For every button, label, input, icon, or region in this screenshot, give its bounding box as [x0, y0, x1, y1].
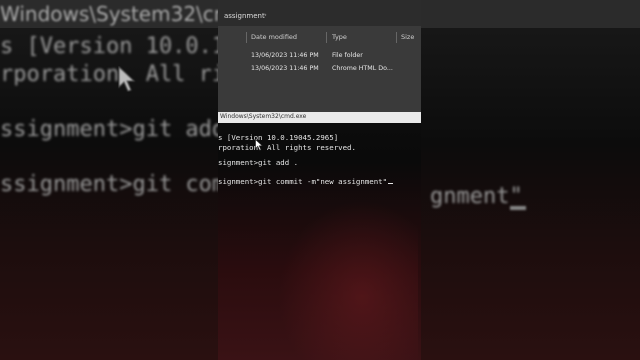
terminal-command-text: signment>git commit -m"new assignment": [218, 177, 388, 186]
blurred-git-commit-line: ssignment>git comm: [0, 172, 239, 197]
blurred-copyright-line: rporation. All ri: [0, 62, 226, 87]
monitor-photo: assignment › Date modified Type Size 13/…: [218, 0, 421, 360]
blurred-mouse-pointer-icon: [118, 66, 136, 92]
explorer-column-headers: Date modified Type Size: [218, 30, 421, 44]
explorer-breadcrumb[interactable]: assignment: [224, 12, 265, 20]
row-date: 13/06/2023 11:46 PM: [251, 65, 319, 72]
terminal-copyright-line: rporation. All rights reserved.: [218, 143, 356, 152]
row-date: 13/06/2023 11:46 PM: [251, 52, 319, 59]
column-date-modified[interactable]: Date modified: [251, 33, 297, 41]
mouse-pointer-icon: [255, 139, 263, 151]
blurred-git-add-line: ssignment>git add: [0, 117, 226, 142]
cmd-titlebar[interactable]: Windows\System32\cmd.exe: [218, 112, 421, 123]
cmd-terminal[interactable]: s [Version 10.0.19045.2965] rporation. A…: [218, 123, 421, 360]
row-type: File folder: [332, 52, 363, 59]
file-explorer-window: assignment › Date modified Type Size 13/…: [218, 0, 421, 112]
blurred-commit-tail: gnment": [430, 184, 523, 209]
column-type[interactable]: Type: [332, 33, 347, 41]
blurred-cursor: [510, 206, 526, 210]
blurred-version-line: s [Version 10.0.1: [0, 34, 226, 59]
terminal-version-line: s [Version 10.0.19045.2965]: [218, 133, 339, 142]
cmd-window-title: Windows\System32\cmd.exe: [220, 113, 307, 120]
terminal-git-add-line: signment>git add .: [218, 158, 299, 167]
breadcrumb-chevron-icon[interactable]: ›: [264, 11, 267, 19]
terminal-git-commit-line: signment>git commit -m"new assignment": [218, 177, 394, 186]
list-item[interactable]: 13/06/2023 11:46 PM Chrome HTML Do...: [218, 63, 421, 75]
text-cursor: [388, 182, 394, 184]
explorer-address-bar[interactable]: assignment ›: [218, 0, 421, 26]
list-item[interactable]: 13/06/2023 11:46 PM File folder: [218, 50, 421, 62]
row-type: Chrome HTML Do...: [332, 65, 393, 72]
column-size[interactable]: Size: [401, 33, 414, 41]
